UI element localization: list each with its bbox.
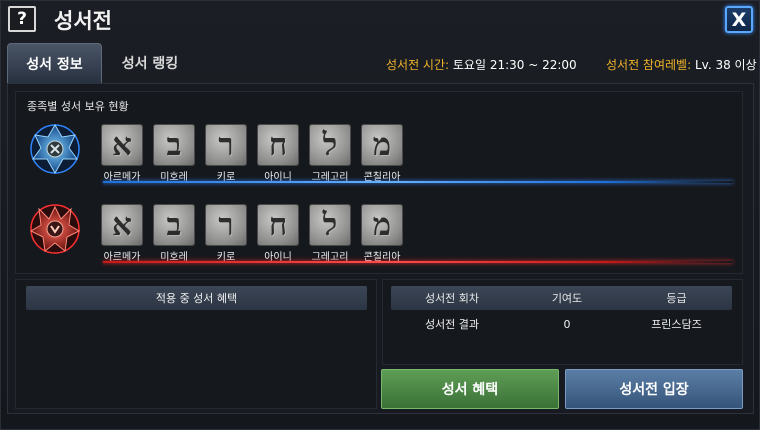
book-tile-kiro[interactable]: ר: [205, 124, 247, 166]
book-tile-kiro[interactable]: ר: [205, 204, 247, 246]
book-tile-aini[interactable]: ח: [257, 204, 299, 246]
book-tile-aini[interactable]: ח: [257, 124, 299, 166]
result-round-value: 성서전 결과: [424, 318, 480, 331]
active-benefits-header: 적용 중 성서 혜택: [26, 286, 367, 310]
window-title: 성서전: [54, 9, 112, 33]
book-tile-mihore[interactable]: ב: [153, 204, 195, 246]
holdings-title: 종족별 성서 보유 현황: [27, 100, 129, 113]
column-header-round: 성서전 회차: [424, 292, 480, 305]
column-header-contribution: 기여도: [551, 292, 583, 305]
faction-row-light: א 아르메가 ב 미호레 ר 키로 ח 아이니 ל 그레고리 מ 콘칠리아: [25, 119, 733, 189]
tab-holy-book-info[interactable]: 성서 정보: [7, 43, 102, 83]
war-level-label: 성서전 참여레벨:: [606, 58, 692, 72]
war-time-value: 토요일 21:30 ~ 22:00: [452, 58, 577, 72]
book-tile-gregory[interactable]: ל: [309, 204, 351, 246]
war-level-info: 성서전 참여레벨: Lv. 38 이상: [606, 56, 757, 73]
enter-war-button[interactable]: 성서전 입장: [565, 369, 743, 409]
book-tile-conchilia[interactable]: מ: [361, 204, 403, 246]
book-tile-conchilia[interactable]: מ: [361, 124, 403, 166]
light-faction-divider: [103, 181, 733, 183]
dark-faction-emblem-icon: [29, 204, 81, 254]
faction-row-dark: א 아르메가 ב 미호레 ר 키로 ח 아이니 ל 그레고리 מ 콘칠리아: [25, 199, 733, 269]
war-result-header: 성서전 회차 기여도 등급: [391, 286, 732, 310]
war-result-row: 성서전 결과 0 프린스담즈: [391, 313, 732, 335]
book-tile-armega[interactable]: א: [101, 204, 143, 246]
war-level-value: Lv. 38 이상: [694, 58, 757, 72]
help-button[interactable]: ?: [8, 6, 36, 32]
book-tile-armega[interactable]: א: [101, 124, 143, 166]
war-time-label: 성서전 시간:: [386, 58, 450, 72]
holy-book-war-window: ? 성서전 X 성서 정보 성서 랭킹 성서전 시간: 토요일 21:30 ~ …: [0, 0, 760, 430]
result-grade-value: 프린스담즈: [651, 318, 702, 331]
book-tile-mihore[interactable]: ב: [153, 124, 195, 166]
book-tile-gregory[interactable]: ל: [309, 124, 351, 166]
tab-holy-book-ranking[interactable]: 성서 랭킹: [105, 43, 195, 83]
close-button[interactable]: X: [725, 6, 753, 33]
holy-book-benefit-button[interactable]: 성서 혜택: [381, 369, 559, 409]
war-time-info: 성서전 시간: 토요일 21:30 ~ 22:00: [386, 56, 577, 73]
result-contribution-value: 0: [563, 317, 571, 331]
dark-faction-divider: [103, 261, 733, 263]
column-header-grade: 등급: [666, 292, 687, 305]
light-faction-emblem-icon: [30, 124, 80, 175]
